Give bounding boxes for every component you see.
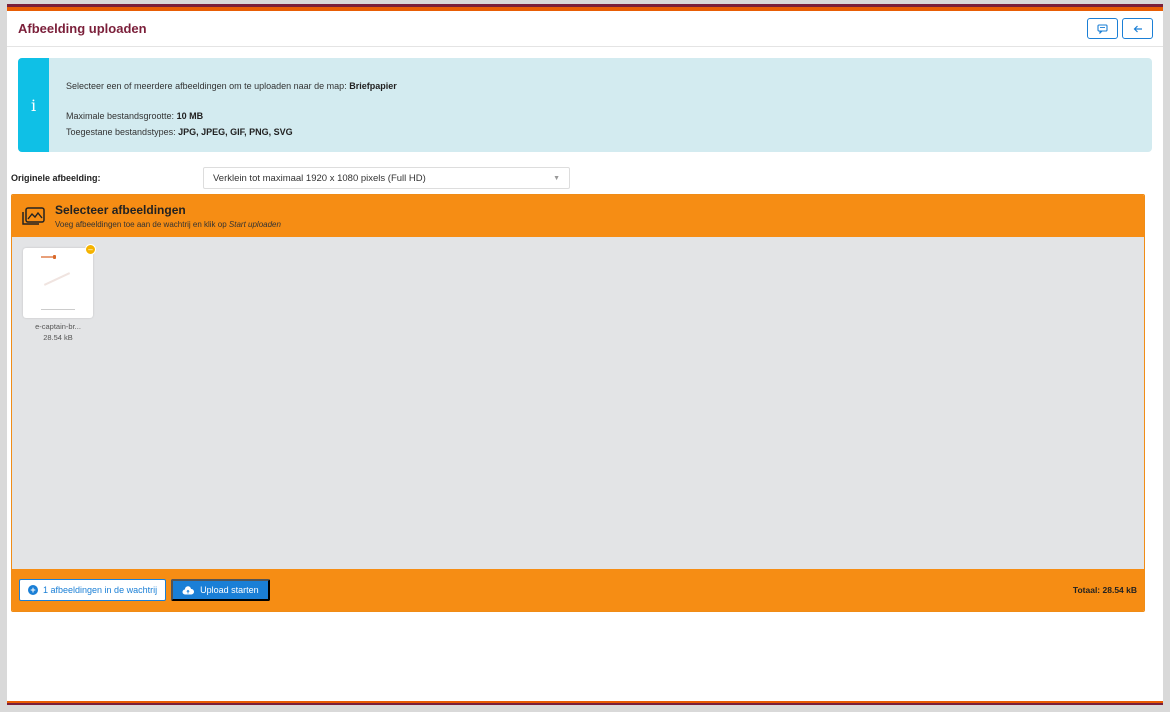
page-title: Afbeelding uploaden bbox=[18, 21, 147, 36]
upload-total: Totaal: 28.54 kB bbox=[1072, 585, 1137, 595]
file-tile[interactable]: – e-captain-br... 28.54 kB bbox=[23, 244, 96, 342]
uploader-subtitle: Voeg afbeeldingen toe aan de wachtrij en… bbox=[55, 220, 281, 229]
frame-bottom-border bbox=[7, 701, 1163, 705]
uploader-header: Selecteer afbeeldingen Voeg afbeeldingen… bbox=[12, 195, 1144, 237]
max-size-value: 10 MB bbox=[176, 111, 204, 121]
uploader-heading: Selecteer afbeeldingen Voeg afbeeldingen… bbox=[55, 203, 281, 229]
header-actions bbox=[1087, 18, 1153, 39]
original-image-row: Originele afbeelding: Verklein tot maxim… bbox=[11, 167, 571, 189]
original-image-selected: Verklein tot maximaal 1920 x 1080 pixels… bbox=[213, 172, 426, 184]
feedback-button[interactable] bbox=[1087, 18, 1118, 39]
file-thumbnail: – bbox=[23, 244, 96, 318]
info-folder-line: Selecteer een of meerdere afbeeldingen o… bbox=[66, 81, 397, 91]
types-value: JPG, JPEG, GIF, PNG, SVG bbox=[178, 127, 293, 137]
info-icon: i bbox=[18, 58, 49, 152]
start-upload-button[interactable]: Upload starten bbox=[171, 579, 270, 601]
original-image-label: Originele afbeelding: bbox=[11, 173, 101, 183]
back-button[interactable] bbox=[1122, 18, 1153, 39]
folder-name: Briefpapier bbox=[349, 81, 397, 91]
file-name: e-captain-br... bbox=[35, 322, 81, 331]
chevron-down-icon: ▼ bbox=[553, 174, 560, 182]
info-max-size-line: Maximale bestandsgrootte: 10 MB bbox=[66, 111, 204, 121]
info-types-line: Toegestane bestandstypes: JPG, JPEG, GIF… bbox=[66, 127, 293, 137]
uploader-title: Selecteer afbeeldingen bbox=[55, 203, 186, 217]
plus-circle-icon: + bbox=[28, 585, 38, 595]
page-header: Afbeelding uploaden bbox=[7, 11, 1163, 47]
upload-dropzone[interactable]: – e-captain-br... 28.54 kB bbox=[12, 237, 1144, 569]
info-body: Selecteer een of meerdere afbeeldingen o… bbox=[49, 58, 397, 152]
info-panel: i Selecteer een of meerdere afbeeldingen… bbox=[18, 58, 1152, 152]
uploader-footer: + 1 afbeeldingen in de wachtrij Upload s… bbox=[12, 569, 1144, 611]
file-size: 28.54 kB bbox=[43, 333, 73, 342]
cloud-upload-icon bbox=[182, 585, 195, 594]
arrow-left-icon bbox=[1133, 25, 1142, 32]
image-uploader: Selecteer afbeeldingen Voeg afbeeldingen… bbox=[11, 194, 1145, 612]
add-to-queue-button[interactable]: + 1 afbeeldingen in de wachtrij bbox=[19, 579, 167, 601]
uploader-actions: + 1 afbeeldingen in de wachtrij Upload s… bbox=[19, 579, 270, 601]
comment-icon bbox=[1097, 23, 1108, 34]
remove-file-icon[interactable]: – bbox=[85, 244, 96, 255]
original-image-select[interactable]: Verklein tot maximaal 1920 x 1080 pixels… bbox=[203, 167, 570, 189]
images-icon bbox=[22, 207, 45, 225]
